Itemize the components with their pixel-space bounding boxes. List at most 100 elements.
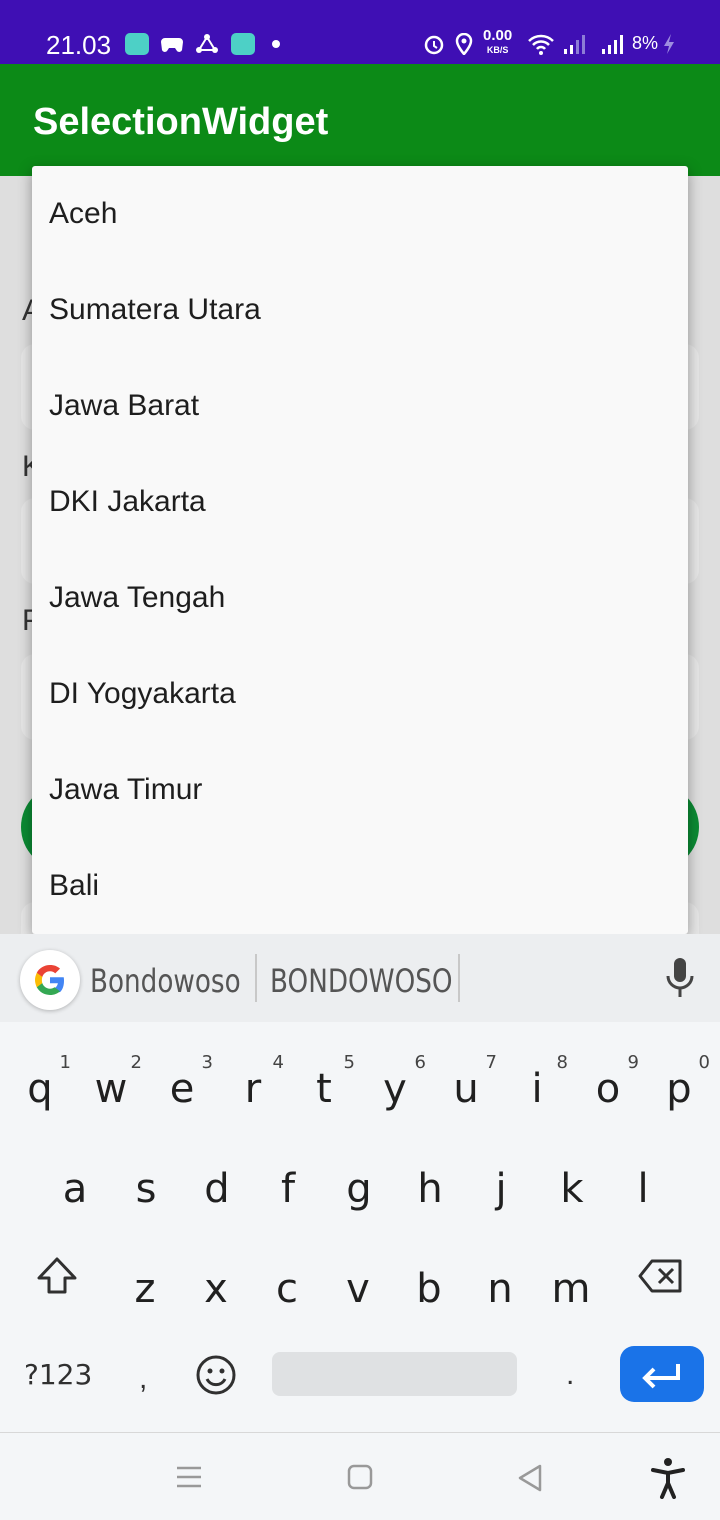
key-v[interactable]: v — [325, 1246, 391, 1330]
status-bar: 21.03 0.00 KB/S 8% — [0, 0, 720, 64]
key-letter: k — [560, 1166, 584, 1212]
key-letter: d — [204, 1166, 230, 1212]
key-letter: n — [487, 1266, 513, 1312]
status-time: 21.03 — [46, 30, 112, 60]
key-number-hint: 6 — [414, 1052, 426, 1073]
key-letter: g — [346, 1166, 372, 1212]
backspace-icon[interactable] — [638, 1258, 684, 1294]
key-j[interactable]: j — [468, 1146, 534, 1230]
location-icon — [455, 33, 473, 55]
key-letter: x — [204, 1266, 228, 1312]
battery-level: 8% — [632, 33, 659, 53]
key-w[interactable]: w2 — [78, 1046, 144, 1130]
soft-keyboard: Bondowoso BONDOWOSO q1w2e3r4t5y6u7i8o9p0… — [0, 934, 720, 1432]
suggestion-1[interactable]: Bondowoso — [90, 962, 241, 1000]
dropdown-option-sumatera-utara[interactable]: Sumatera Utara — [32, 262, 688, 358]
key-u[interactable]: u7 — [433, 1046, 499, 1130]
dropdown-option-bali[interactable]: Bali — [32, 838, 688, 934]
key-g[interactable]: g — [326, 1146, 392, 1230]
key-t[interactable]: t5 — [291, 1046, 357, 1130]
charging-icon — [664, 34, 674, 54]
dropdown-option-jawa-timur[interactable]: Jawa Timur — [32, 742, 688, 838]
key-number-hint: 8 — [556, 1052, 568, 1073]
key-k[interactable]: k — [539, 1146, 605, 1230]
key-x[interactable]: x — [183, 1246, 249, 1330]
key-letter: f — [280, 1166, 296, 1212]
key-f[interactable]: f — [255, 1146, 321, 1230]
key-a[interactable]: a — [42, 1146, 108, 1230]
period-key[interactable]: . — [566, 1358, 574, 1392]
back-icon[interactable] — [516, 1463, 544, 1493]
network-speed-value: 0.00 — [483, 27, 513, 44]
suggestion-2[interactable]: BONDOWOSO — [270, 962, 453, 1000]
key-p[interactable]: p0 — [646, 1046, 712, 1130]
key-q[interactable]: q1 — [7, 1046, 73, 1130]
home-icon[interactable] — [346, 1463, 374, 1491]
symbols-key[interactable]: ?123 — [24, 1358, 92, 1391]
emoji-icon[interactable] — [195, 1354, 237, 1396]
system-nav-bar — [0, 1432, 720, 1520]
space-bar[interactable] — [272, 1352, 517, 1396]
key-h[interactable]: h — [397, 1146, 463, 1230]
key-letter: z — [134, 1266, 156, 1312]
more-notifications-dot — [272, 40, 280, 48]
key-z[interactable]: z — [112, 1246, 178, 1330]
key-letter: c — [276, 1266, 298, 1312]
key-number-hint: 2 — [130, 1052, 142, 1073]
signal-sim2-icon — [602, 35, 623, 54]
key-d[interactable]: d — [184, 1146, 250, 1230]
dropdown-option-jawa-barat[interactable]: Jawa Barat — [32, 358, 688, 454]
key-letter: v — [346, 1266, 370, 1312]
suggestion-strip: Bondowoso BONDOWOSO — [0, 934, 720, 1022]
key-number-hint: 1 — [59, 1052, 71, 1073]
key-n[interactable]: n — [467, 1246, 533, 1330]
enter-button[interactable] — [620, 1346, 704, 1402]
key-s[interactable]: s — [113, 1146, 179, 1230]
province-dropdown-menu: Aceh Sumatera Utara Jawa Barat DKI Jakar… — [32, 166, 688, 934]
wifi-icon — [528, 34, 554, 55]
suggestion-divider — [458, 954, 460, 1002]
dropdown-option-jawa-tengah[interactable]: Jawa Tengah — [32, 550, 688, 646]
network-speed-unit: KB/S — [486, 45, 509, 55]
share-icon — [196, 34, 218, 53]
key-letter: b — [416, 1266, 442, 1312]
key-letter: m — [551, 1266, 591, 1312]
key-l[interactable]: l — [610, 1146, 676, 1230]
key-c[interactable]: c — [254, 1246, 320, 1330]
key-number-hint: 4 — [272, 1052, 284, 1073]
key-letter: j — [495, 1166, 507, 1212]
accessibility-icon[interactable] — [650, 1457, 686, 1499]
key-letter: h — [417, 1166, 443, 1212]
gamepad-icon — [161, 38, 183, 52]
key-e[interactable]: e3 — [149, 1046, 215, 1130]
recent-apps-icon[interactable] — [175, 1463, 203, 1491]
key-letter: s — [135, 1166, 157, 1212]
microphone-icon[interactable] — [664, 956, 696, 1000]
key-y[interactable]: y6 — [362, 1046, 428, 1130]
alarm-icon — [424, 35, 444, 55]
key-o[interactable]: o9 — [575, 1046, 641, 1130]
dropdown-option-aceh[interactable]: Aceh — [32, 166, 688, 262]
key-r[interactable]: r4 — [220, 1046, 286, 1130]
key-number-hint: 9 — [627, 1052, 639, 1073]
key-b[interactable]: b — [396, 1246, 462, 1330]
google-icon — [35, 965, 64, 995]
key-i[interactable]: i8 — [504, 1046, 570, 1130]
dropdown-option-di-yogyakarta[interactable]: DI Yogyakarta — [32, 646, 688, 742]
shift-icon[interactable] — [36, 1256, 78, 1296]
key-letter: l — [637, 1166, 649, 1212]
signal-sim1-icon — [564, 35, 585, 54]
app-title: SelectionWidget — [33, 101, 329, 143]
key-m[interactable]: m — [538, 1246, 604, 1330]
dropdown-option-dki-jakarta[interactable]: DKI Jakarta — [32, 454, 688, 550]
comma-key[interactable]: , — [139, 1362, 147, 1396]
google-button[interactable] — [20, 950, 80, 1010]
key-number-hint: 7 — [485, 1052, 497, 1073]
suggestion-divider — [255, 954, 257, 1002]
key-number-hint: 3 — [201, 1052, 213, 1073]
network-speed: 0.00 KB/S — [483, 27, 513, 56]
app-notification-icon — [125, 33, 149, 55]
key-number-hint: 5 — [343, 1052, 355, 1073]
enter-icon — [642, 1364, 680, 1389]
key-letter: a — [62, 1166, 88, 1212]
